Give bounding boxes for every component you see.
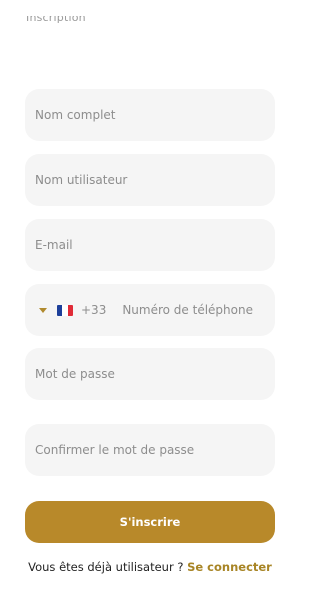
username-input[interactable]: [25, 154, 275, 206]
password-input[interactable]: [25, 348, 275, 400]
username-field[interactable]: [25, 154, 275, 206]
page-title-clipped: Inscription: [26, 16, 86, 23]
register-button[interactable]: S'inscrire: [25, 501, 275, 543]
login-prompt: Vous êtes déjà utilisateur ? Se connecte…: [0, 560, 300, 574]
confirm-password-input[interactable]: [25, 424, 275, 476]
login-link[interactable]: Se connecter: [187, 560, 272, 574]
chevron-down-icon[interactable]: [39, 307, 47, 313]
confirm-password-field[interactable]: [25, 424, 275, 476]
full-name-field[interactable]: [25, 89, 275, 141]
france-flag-icon: [57, 304, 73, 316]
email-field[interactable]: [25, 219, 275, 271]
phone-field[interactable]: +33: [25, 284, 275, 336]
phone-input[interactable]: [114, 284, 275, 336]
login-question: Vous êtes déjà utilisateur ?: [28, 560, 188, 574]
full-name-input[interactable]: [25, 89, 275, 141]
dial-code: +33: [81, 303, 107, 317]
password-field[interactable]: [25, 348, 275, 400]
country-selector[interactable]: +33: [25, 284, 114, 336]
email-input[interactable]: [25, 219, 275, 271]
